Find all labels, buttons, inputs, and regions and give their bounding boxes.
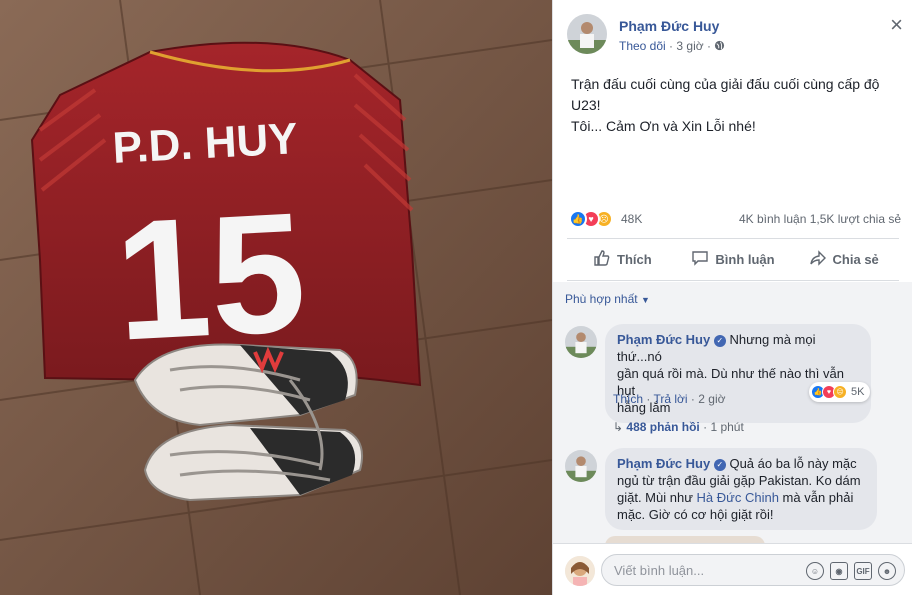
comment-button[interactable]: Bình luận [678, 240, 789, 278]
replies-count: 488 phản hồi [626, 420, 700, 434]
share-count[interactable]: 1,5K lượt chia sẻ [810, 212, 901, 226]
caption-line: Tôi... Cảm Ơn và Xin Lỗi nhé! [571, 118, 756, 134]
reaction-icons[interactable]: 👍 ♥ ☹ [569, 210, 621, 228]
comment-text: mà vẫn phải [778, 490, 854, 505]
reply-arrow-icon: ↳ [613, 420, 624, 434]
emoji-icon[interactable]: ☺ [806, 562, 824, 580]
comment-placeholder: Viết bình luận... [614, 563, 705, 578]
replies-time: 1 phút [710, 420, 744, 434]
share-label: Chia sẻ [832, 251, 879, 267]
thumbs-up-icon [593, 249, 611, 270]
commenter-name[interactable]: Phạm Đức Huy [617, 456, 710, 471]
commenter-avatar[interactable] [565, 450, 597, 482]
photo-viewer: P.D. HUY 15 [0, 0, 552, 595]
comment-input[interactable]: Viết bình luận... ☺ ◉ GIF ☻ [601, 554, 905, 586]
composer-icons: ☺ ◉ GIF ☻ [806, 562, 896, 580]
verified-badge-icon: ✓ [713, 459, 726, 471]
action-bar: Thích Bình luận Chia sẻ [567, 240, 899, 278]
like-button[interactable]: Thích [567, 240, 678, 278]
divider [567, 238, 899, 239]
comment-text: mặc. Giờ có cơ hội giặt rồi! [617, 507, 774, 522]
commenter-avatar[interactable] [565, 326, 597, 358]
post-time[interactable]: 3 giờ [676, 39, 703, 53]
comment-time[interactable]: 2 giờ [698, 392, 725, 406]
comment-photo-thumbnail[interactable] [605, 536, 765, 543]
share-arrow-icon [809, 249, 827, 270]
jersey-name-text: P.D. HUY [112, 114, 299, 173]
mention-link[interactable]: Hà Đức Chinh [697, 490, 779, 505]
commenter-name[interactable]: Phạm Đức Huy [617, 332, 710, 347]
camera-icon[interactable]: ◉ [830, 562, 848, 580]
post-panel: Phạm Đức Huy Theo dõi · 3 giờ · × Trận đ… [552, 0, 912, 595]
comment-bubble: Phạm Đức Huy ✓ Nhưng mà mọi thứ...nó gần… [605, 324, 871, 423]
comment-item: Phạm Đức Huy ✓ Nhưng mà mọi thứ...nó gần… [565, 324, 905, 444]
comment-text: ngủ từ trận đầu giải gặp Pakistan. Ko dá… [617, 473, 861, 488]
comment-like-link[interactable]: Thích [613, 392, 643, 406]
reactions-bar: 👍 ♥ ☹ 48K 4K bình luận 1,5K lượt chia sẻ [569, 208, 901, 230]
gif-icon[interactable]: GIF [854, 562, 872, 580]
share-button[interactable]: Chia sẻ [788, 240, 899, 278]
like-reaction-icon: 👍 [569, 210, 587, 228]
close-icon[interactable]: × [890, 14, 903, 36]
follow-link[interactable]: Theo dõi [619, 39, 666, 53]
comment-reaction-count: 5K [851, 386, 865, 398]
post-meta: Theo dõi · 3 giờ · [619, 39, 725, 53]
post-header: Phạm Đức Huy Theo dõi · 3 giờ · × [567, 14, 907, 58]
view-replies-link[interactable]: ↳ 488 phản hồi · 1 phút [613, 420, 744, 434]
caption-line: U23! [571, 97, 601, 113]
comment-text: giặt. Mùi như [617, 490, 697, 505]
sad-reaction-icon: ☹ [833, 385, 847, 399]
post-caption: Trận đấu cuối cùng của giải đấu cuối cùn… [571, 74, 901, 137]
comment-sort-dropdown[interactable]: Phù hợp nhất ▼ [565, 292, 650, 306]
reaction-count[interactable]: 48K [621, 212, 642, 226]
comment-label: Bình luận [715, 251, 775, 267]
sticker-icon[interactable]: ☻ [878, 562, 896, 580]
author-avatar[interactable] [567, 14, 607, 54]
comment-actions: Thích · Trả lời · 2 giờ [613, 392, 726, 406]
post-stats: 4K bình luận 1,5K lượt chia sẻ [739, 212, 901, 226]
comment-reactions[interactable]: 👍 ♥ ☹ 5K [809, 382, 871, 402]
current-user-avatar[interactable] [565, 556, 595, 586]
sort-label: Phù hợp nhất [565, 292, 638, 306]
divider [567, 280, 899, 281]
verified-badge-icon: ✓ [713, 335, 726, 347]
comment-bubble: Phạm Đức Huy ✓ Quả áo ba lỗ này mặc ngủ … [605, 448, 877, 530]
post-photo[interactable]: P.D. HUY 15 [0, 0, 552, 595]
comment-text: Quả áo ba lỗ này mặc [729, 456, 857, 471]
comment-reply-link[interactable]: Trả lời [653, 392, 687, 406]
like-label: Thích [617, 251, 652, 267]
caret-down-icon: ▼ [640, 295, 650, 305]
globe-icon [714, 39, 725, 53]
author-name-link[interactable]: Phạm Đức Huy [619, 18, 719, 34]
comment-count[interactable]: 4K bình luận [739, 212, 806, 226]
comment-bubble-icon [691, 249, 709, 270]
comment-composer: Viết bình luận... ☺ ◉ GIF ☻ [553, 543, 912, 595]
caption-line: Trận đấu cuối cùng của giải đấu cuối cùn… [571, 76, 880, 92]
comments-section: Phù hợp nhất ▼ Phạm Đức Huy ✓ Nhưng mà m… [553, 282, 912, 543]
comment-item: Phạm Đức Huy ✓ Quả áo ba lỗ này mặc ngủ … [565, 448, 905, 543]
